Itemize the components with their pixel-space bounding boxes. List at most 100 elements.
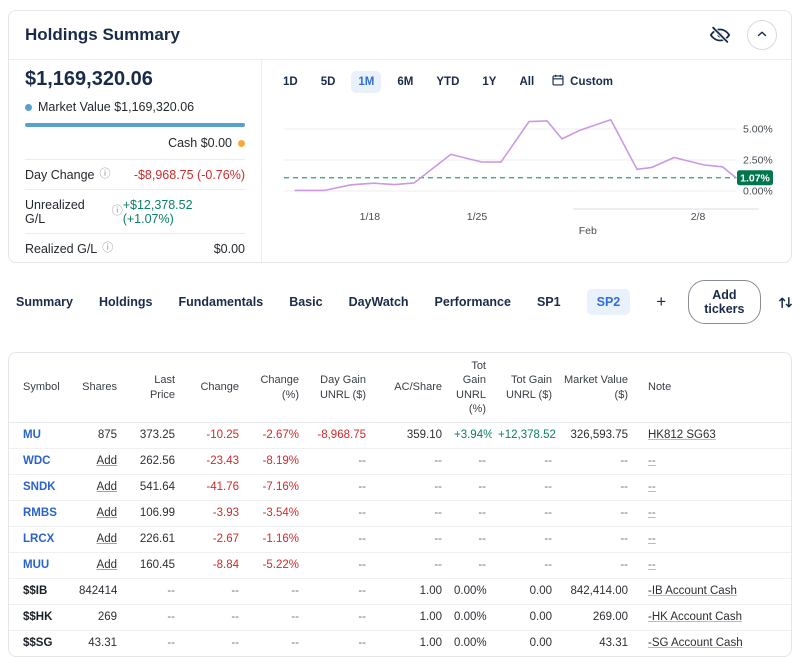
x-axis-tick: 2/8 [691,211,706,223]
cell-ac-share: 1.00 [372,631,448,657]
cell-tot-gain-pct: -- [448,449,492,475]
cell-symbol[interactable]: MUU [9,553,73,579]
cell-change-pct: -5.22% [245,553,305,579]
cell-market-value: -- [558,527,634,553]
calendar-icon [551,73,565,90]
table-row: MU875373.25-10.25-2.67%-8,968.75359.10+3… [9,423,792,449]
cell-note: -HK Account Cash [634,605,792,631]
add-shares-link[interactable]: Add [97,559,117,571]
add-shares-link[interactable]: Add [97,533,117,545]
cell-market-value: 326,593.75 [558,423,634,449]
info-icon[interactable]: ⓘ [100,169,111,180]
table-row: MUUAdd160.45-8.84-5.22%------------ [9,553,792,579]
cell-note: -- [634,501,792,527]
cell-ac-share: -- [372,553,448,579]
tab-sp1[interactable]: SP1 [537,289,561,315]
cell-shares: 875 [73,423,123,449]
cell-symbol[interactable]: WDC [9,449,73,475]
cell-symbol[interactable]: MU [9,423,73,449]
table-row: SNDKAdd541.64-41.76-7.16%------------ [9,475,792,501]
x-axis-month-label: Feb [579,225,597,237]
cell-ac-share: -- [372,475,448,501]
cell-tot-gain-usd: -- [492,501,558,527]
col-header-ac-share[interactable]: AC/Share [372,353,448,423]
collapse-button[interactable] [747,20,777,50]
col-header-shares[interactable]: Shares [73,353,123,423]
cell-symbol[interactable]: SNDK [9,475,73,501]
note-link[interactable]: -IB Account Cash [648,585,737,597]
info-icon[interactable]: ⓘ [112,206,123,217]
cell-day-gain: -- [305,579,372,605]
note-link[interactable]: -- [648,455,656,467]
add-tickers-button[interactable]: Add tickers [688,280,760,324]
cell-change: -2.67 [181,527,245,553]
cell-change-pct: -3.54% [245,501,305,527]
add-shares-link[interactable]: Add [97,455,117,467]
holdings-summary-card: Holdings Summary [8,10,792,263]
col-header-change[interactable]: Change [181,353,245,423]
add-watchlist-button[interactable]: + [650,290,672,314]
tab-sp2[interactable]: SP2 [587,289,631,315]
tab-performance[interactable]: Performance [435,289,511,315]
range-5d[interactable]: 5D [314,71,343,93]
tab-basic[interactable]: Basic [289,289,322,315]
cell-tot-gain-pct: 0.00% [448,631,492,657]
cell-shares: Add [73,475,123,501]
col-header-symbol[interactable]: Symbol [9,353,73,423]
day-change-row: Day Changeⓘ -$8,968.75 (-0.76%) [25,160,245,190]
holdings-table-card: SymbolSharesLast PriceChangeChange (%)Da… [8,352,792,657]
col-header-last-price[interactable]: Last Price [123,353,181,423]
col-header-change-pct[interactable]: Change (%) [245,353,305,423]
cell-day-gain: -- [305,605,372,631]
col-header-market-value[interactable]: Market Value($) [558,353,634,423]
unrealized-gl-label: Unrealized G/L [25,198,107,226]
page-title: Holdings Summary [25,25,180,45]
cell-market-value: -- [558,475,634,501]
add-shares-link[interactable]: Add [97,507,117,519]
range-1m[interactable]: 1M [351,71,381,93]
cell-symbol[interactable]: LRCX [9,527,73,553]
range-all[interactable]: All [512,71,541,93]
add-shares-link[interactable]: Add [97,481,117,493]
tab-fundamentals[interactable]: Fundamentals [178,289,263,315]
cell-day-gain: -- [305,475,372,501]
cell-change-pct: -- [245,631,305,657]
day-change-label: Day Change [25,168,95,182]
col-header-note[interactable]: Note [634,353,792,423]
tab-daywatch[interactable]: DayWatch [349,289,409,315]
cell-ac-share: 1.00 [372,579,448,605]
info-icon[interactable]: ⓘ [102,243,113,254]
note-link[interactable]: -- [648,533,656,545]
table-body: MU875373.25-10.25-2.67%-8,968.75359.10+3… [9,423,792,657]
svg-text:2.50%: 2.50% [743,155,773,167]
col-header-tot-gain-pct[interactable]: Tot GainUNRL (%) [448,353,492,423]
sort-button[interactable] [775,292,796,313]
custom-range-label: Custom [570,76,613,88]
tab-holdings[interactable]: Holdings [99,289,152,315]
cell-market-value: -- [558,501,634,527]
col-header-day-gain[interactable]: Day GainUNRL ($) [305,353,372,423]
range-1y[interactable]: 1Y [475,71,503,93]
cell-market-value: 842,414.00 [558,579,634,605]
note-link[interactable]: -HK Account Cash [648,611,742,623]
cell-shares: Add [73,553,123,579]
note-link[interactable]: -- [648,481,656,493]
table-row: $$SG43.31--------1.000.00%0.0043.31-SG A… [9,631,792,657]
range-6m[interactable]: 6M [390,71,420,93]
range-ytd[interactable]: YTD [429,71,466,93]
hide-values-button[interactable] [707,22,733,48]
range-1d[interactable]: 1D [276,71,305,93]
realized-gl-label: Realized G/L [25,242,97,256]
note-link[interactable]: -- [648,507,656,519]
cell-shares: Add [73,527,123,553]
note-link[interactable]: -SG Account Cash [648,637,743,649]
custom-range-button[interactable]: Custom [549,68,615,95]
cell-symbol: $$SG [9,631,73,657]
tab-summary[interactable]: Summary [16,289,73,315]
cell-symbol[interactable]: RMBS [9,501,73,527]
table-row: $$HK269--------1.000.00%0.00269.00-HK Ac… [9,605,792,631]
cell-shares: 842414 [73,579,123,605]
note-link[interactable]: HK812 SG63 [648,429,716,441]
note-link[interactable]: -- [648,559,656,571]
col-header-tot-gain-usd[interactable]: Tot GainUNRL ($) [492,353,558,423]
